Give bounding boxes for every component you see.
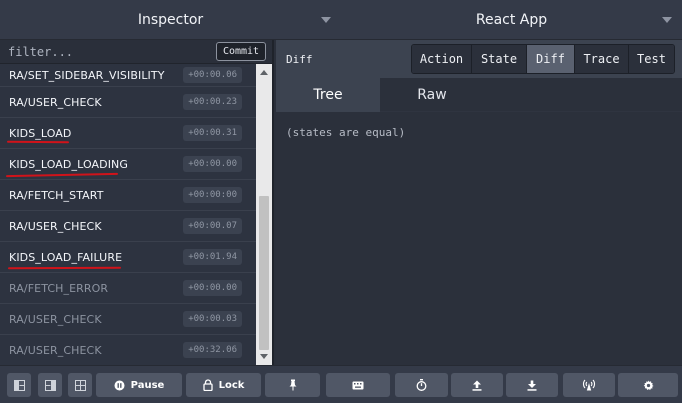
shortcuts-button[interactable] (326, 373, 390, 397)
monitor-tabs: Action State Diff Trace Test (411, 44, 675, 74)
action-time: +00:00.06 (183, 67, 242, 83)
action-time: +00:00:00 (183, 187, 242, 203)
pause-label: Pause (130, 379, 165, 391)
action-time: +00:00.23 (183, 94, 242, 110)
action-name: KIDS_LOAD (9, 126, 72, 140)
monitor-title: Diff (286, 52, 313, 66)
tab-trace[interactable]: Trace (574, 45, 628, 73)
scroll-thumb[interactable] (259, 196, 269, 350)
filter-row: Commit (0, 40, 272, 64)
action-row[interactable]: RA/FETCH_ERROR +00:00.00 (0, 273, 256, 304)
bottom-toolbar: Pause Lock (0, 365, 682, 403)
action-row[interactable]: RA/USER_CHECK +00:00.03 (0, 304, 256, 335)
pause-button[interactable]: Pause (96, 373, 182, 397)
diff-message: (states are equal) (286, 126, 406, 139)
action-list-pane: Commit RA/SET_SIDEBAR_VISIBILITY +00:00.… (0, 40, 274, 365)
remote-icon (582, 379, 596, 391)
diff-view-tabs: Tree Raw (276, 78, 682, 112)
action-row[interactable]: RA/USER_CHECK +00:32.06 (0, 335, 256, 365)
remote-button[interactable] (563, 373, 615, 397)
action-time: +00:00.07 (183, 218, 242, 234)
tab-raw[interactable]: Raw (380, 78, 484, 112)
import-button[interactable] (451, 373, 503, 397)
annotation-underline (6, 140, 70, 144)
action-name: RA/SET_SIDEBAR_VISIBILITY (9, 68, 165, 82)
export-button[interactable] (506, 373, 558, 397)
app-select[interactable]: React App (341, 0, 682, 40)
dispatcher-button[interactable] (395, 373, 448, 397)
pause-icon (114, 380, 125, 390)
inspector-select[interactable]: Inspector (0, 0, 341, 40)
inspector-label: Inspector (137, 12, 204, 28)
layout-bottom-icon (74, 379, 86, 391)
lock-icon (202, 379, 213, 391)
tab-tree[interactable]: Tree (276, 78, 380, 112)
action-name: RA/USER_CHECK (9, 219, 102, 233)
action-name: KIDS_LOAD_LOADING (9, 157, 128, 171)
layout-left-icon (13, 379, 25, 391)
app-label: React App (475, 12, 548, 28)
action-name: RA/USER_CHECK (9, 343, 102, 357)
action-name: RA/FETCH_ERROR (9, 281, 109, 295)
lock-label: Lock (218, 379, 245, 391)
action-row[interactable]: RA/USER_CHECK +00:00.23 (0, 87, 256, 118)
tab-action[interactable]: Action (412, 45, 471, 73)
action-name: RA/USER_CHECK (9, 95, 102, 109)
action-name: RA/USER_CHECK (9, 312, 102, 326)
keyboard-icon (352, 381, 364, 389)
tab-test[interactable]: Test (628, 45, 674, 73)
pin-button[interactable] (265, 373, 320, 397)
scroll-up-icon[interactable] (260, 70, 268, 75)
action-time: +00:00.00 (183, 280, 242, 296)
action-time: +00:00.00 (183, 156, 242, 172)
monitor-header: Diff Action State Diff Trace Test (276, 40, 682, 78)
commit-button[interactable]: Commit (216, 42, 266, 61)
tab-diff[interactable]: Diff (526, 45, 574, 73)
layout-right-button[interactable] (38, 373, 62, 397)
download-icon (527, 380, 537, 391)
top-bar: Inspector React App (0, 0, 682, 40)
action-time: +00:00.31 (183, 125, 242, 141)
monitor-pane: Diff Action State Diff Trace Test Tree R… (276, 40, 682, 365)
stopwatch-icon (416, 379, 427, 391)
layout-right-icon (44, 379, 56, 391)
action-time: +00:32.06 (183, 342, 242, 358)
settings-button[interactable] (618, 373, 678, 397)
action-row[interactable]: RA/SET_SIDEBAR_VISIBILITY +00:00.06 (0, 64, 256, 87)
action-list[interactable]: RA/SET_SIDEBAR_VISIBILITY +00:00.06 RA/U… (0, 64, 256, 365)
pin-icon (289, 379, 296, 391)
action-name: KIDS_LOAD_FAILURE (9, 250, 123, 264)
lock-button[interactable]: Lock (186, 373, 261, 397)
action-row[interactable]: RA/FETCH_START +00:00:00 (0, 180, 256, 211)
upload-icon (472, 380, 482, 391)
filter-input[interactable] (8, 44, 216, 59)
layout-bottom-button[interactable] (68, 373, 92, 397)
chevron-down-icon (662, 17, 672, 23)
action-row[interactable]: KIDS_LOAD +00:00.31 (0, 118, 256, 149)
action-row[interactable]: RA/USER_CHECK +00:00.07 (0, 211, 256, 242)
scroll-down-icon[interactable] (260, 354, 268, 359)
scrollbar[interactable] (256, 64, 272, 365)
chevron-down-icon (321, 17, 331, 23)
action-time: +00:00.03 (183, 311, 242, 327)
tab-state[interactable]: State (471, 45, 526, 73)
action-time: +00:01.94 (183, 249, 242, 265)
action-name: RA/FETCH_START (9, 188, 104, 202)
gear-icon (643, 379, 654, 390)
layout-left-button[interactable] (7, 373, 31, 397)
